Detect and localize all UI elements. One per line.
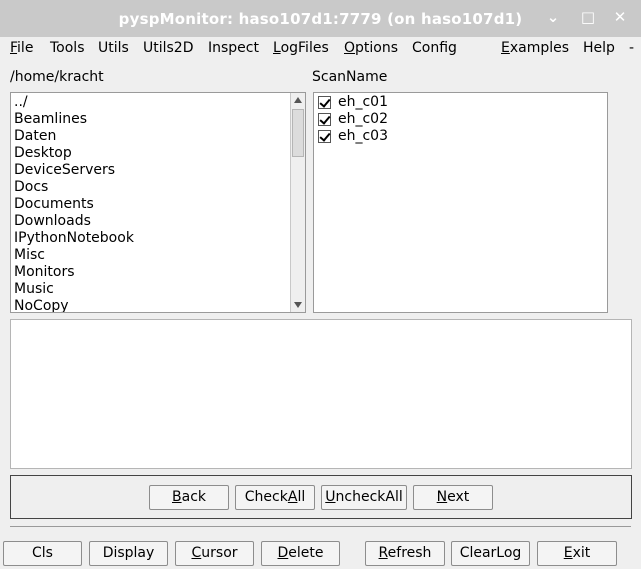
list-item[interactable]: Monitors <box>11 264 305 281</box>
menu-file[interactable]: File <box>10 40 33 56</box>
menu-tools[interactable]: Tools <box>50 40 85 56</box>
scan-item-label: eh_c01 <box>338 94 388 110</box>
close-icon[interactable]: ✕ <box>612 9 628 25</box>
list-item[interactable]: Documents <box>11 196 305 213</box>
scan-list-header: ScanName <box>312 69 388 85</box>
separator <box>10 526 631 527</box>
scan-list[interactable]: eh_c01 eh_c02 eh_c03 <box>313 92 608 313</box>
list-item[interactable]: IPythonNotebook <box>11 230 305 247</box>
scan-item[interactable]: eh_c02 <box>314 111 607 128</box>
list-item[interactable]: Beamlines <box>11 111 305 128</box>
list-item[interactable]: Downloads <box>11 213 305 230</box>
clear-log-button[interactable]: ClearLog <box>451 541 530 566</box>
delete-button[interactable]: Delete <box>261 541 340 566</box>
menu-bar: File Tools Utils Utils2D Inspect LogFile… <box>0 37 641 59</box>
cls-button[interactable]: Cls <box>3 541 82 566</box>
title-bar: pyspMonitor: haso107d1:7779 (on haso107d… <box>0 0 641 37</box>
list-item[interactable]: Docs <box>11 179 305 196</box>
menu-help[interactable]: Help <box>583 40 615 56</box>
menu-more[interactable]: - <box>629 40 634 56</box>
maximize-icon[interactable]: □ <box>580 9 596 25</box>
checkbox-checked-icon[interactable] <box>318 113 331 126</box>
list-item[interactable]: DeviceServers <box>11 162 305 179</box>
log-output[interactable] <box>10 319 632 469</box>
scroll-down-icon[interactable] <box>291 297 305 312</box>
minimize-icon[interactable]: ⌄ <box>545 9 561 25</box>
menu-options[interactable]: Options <box>344 40 398 56</box>
scrollbar-thumb[interactable] <box>292 109 304 157</box>
menu-examples[interactable]: Examples <box>501 40 569 56</box>
scan-item[interactable]: eh_c01 <box>314 94 607 111</box>
menu-logfiles[interactable]: LogFiles <box>273 40 329 56</box>
menu-utils2d[interactable]: Utils2D <box>143 40 194 56</box>
back-button[interactable]: Back <box>149 485 229 510</box>
scroll-up-icon[interactable] <box>291 93 305 108</box>
list-item[interactable]: Daten <box>11 128 305 145</box>
scan-item[interactable]: eh_c03 <box>314 128 607 145</box>
list-item[interactable]: Desktop <box>11 145 305 162</box>
menu-config[interactable]: Config <box>412 40 457 56</box>
next-button[interactable]: Next <box>413 485 493 510</box>
list-item[interactable]: Music <box>11 281 305 298</box>
checkbox-checked-icon[interactable] <box>318 96 331 109</box>
directory-list[interactable]: ../ Beamlines Daten Desktop DeviceServer… <box>10 92 306 313</box>
scan-item-label: eh_c03 <box>338 128 388 144</box>
cursor-button[interactable]: Cursor <box>175 541 254 566</box>
directory-path: /home/kracht <box>10 69 104 85</box>
check-all-button[interactable]: CheckAll <box>235 485 315 510</box>
menu-inspect[interactable]: Inspect <box>208 40 259 56</box>
list-item[interactable]: ../ <box>11 94 305 111</box>
checkbox-checked-icon[interactable] <box>318 130 331 143</box>
exit-button[interactable]: Exit <box>537 541 617 566</box>
display-button[interactable]: Display <box>89 541 168 566</box>
list-item[interactable]: Misc <box>11 247 305 264</box>
scan-item-label: eh_c02 <box>338 111 388 127</box>
directory-scrollbar[interactable] <box>290 93 305 312</box>
list-item[interactable]: NoCopy <box>11 298 305 312</box>
refresh-button[interactable]: Refresh <box>365 541 445 566</box>
uncheck-all-button[interactable]: UncheckAll <box>321 485 407 510</box>
menu-utils[interactable]: Utils <box>98 40 129 56</box>
